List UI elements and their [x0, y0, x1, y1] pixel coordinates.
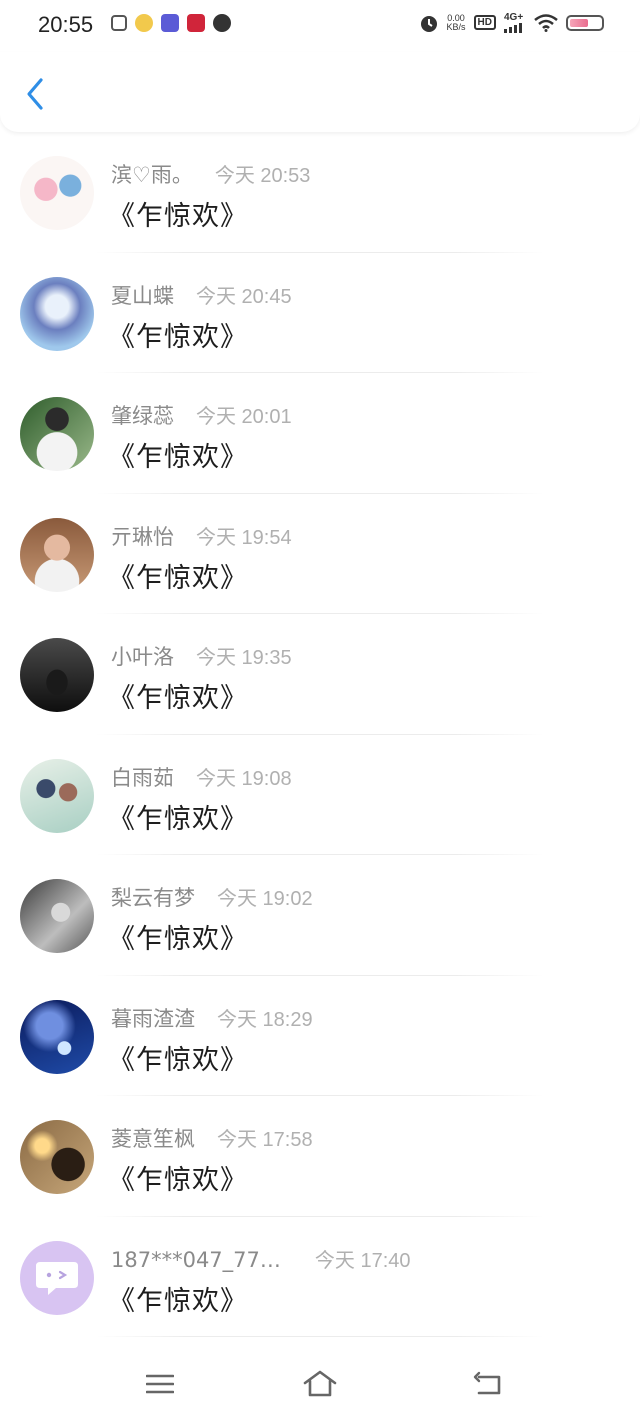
list-item[interactable]: 菱意笙枫 今天 17:58 《乍惊欢》 — [0, 1096, 640, 1217]
message-time: 今天 17:40 — [314, 1249, 411, 1272]
sender-name: 亓琳怡 — [111, 524, 174, 549]
message-time: 今天 20:53 — [214, 165, 311, 187]
status-indicators: 0.00 KB/s HD 4G+ — [419, 12, 604, 33]
divider — [96, 1336, 544, 1337]
message-time: 今天 20:01 — [196, 406, 292, 428]
list-item[interactable]: 梨云有梦 今天 19:02 《乍惊欢》 — [0, 855, 640, 976]
battery-fill — [570, 18, 588, 27]
wifi-icon — [534, 13, 558, 32]
app-notification-icon — [135, 14, 153, 32]
message-time: 今天 19:54 — [196, 526, 292, 549]
message-time: 今天 19:02 — [217, 888, 313, 910]
message-time: 今天 19:08 — [196, 767, 292, 790]
avatar[interactable] — [20, 758, 94, 833]
status-bar: 20:55 0.00 KB/s HD 4G+ — [0, 0, 640, 52]
signal-icon — [504, 23, 522, 33]
sender-name: 小叶洛 — [111, 645, 174, 669]
battery-icon — [566, 14, 604, 31]
avatar[interactable] — [20, 1120, 94, 1194]
hd-badge: HD — [473, 15, 496, 30]
list-item[interactable]: 小叶洛 今天 19:35 《乍惊欢》 — [0, 614, 640, 735]
list-item[interactable]: 滨♡雨。 今天 20:53 《乍惊欢》 — [0, 132, 640, 253]
top-nav-header — [0, 52, 640, 132]
message-time: 今天 19:35 — [196, 647, 292, 669]
network-speed-unit: KB/s — [446, 21, 466, 32]
network-type: 4G+ — [504, 12, 524, 23]
sender-name: 暮雨渣渣 — [111, 1006, 195, 1031]
avatar[interactable] — [20, 999, 94, 1074]
chat-bubble-icon — [36, 1261, 78, 1295]
cellular-signal: 4G+ — [504, 12, 526, 33]
status-time: 20:55 — [38, 12, 94, 37]
message-list: 滨♡雨。 今天 20:53 《乍惊欢》 夏山蝶 今天 20:45 《乍惊欢》 肇… — [0, 132, 640, 1337]
home-icon — [303, 1370, 337, 1397]
app-notification-icon — [187, 14, 205, 32]
return-icon — [473, 1371, 501, 1395]
app-notification-icon — [213, 14, 231, 32]
avatar[interactable] — [20, 276, 94, 351]
message-text: 《乍惊欢》 — [108, 442, 248, 473]
sender-name: 梨云有梦 — [111, 886, 195, 910]
alarm-icon — [420, 15, 437, 32]
app-notification-icon — [111, 15, 127, 31]
message-time: 今天 20:45 — [196, 285, 292, 308]
avatar[interactable] — [20, 517, 94, 592]
back-button[interactable] — [18, 74, 52, 114]
chevron-left-icon — [27, 78, 43, 110]
sender-name: 白雨茹 — [111, 765, 174, 790]
list-item[interactable]: 暮雨渣渣 今天 18:29 《乍惊欢》 — [0, 976, 640, 1096]
notification-icons — [111, 14, 231, 32]
avatar[interactable] — [20, 1240, 94, 1315]
avatar[interactable] — [20, 638, 94, 712]
message-text: 《乍惊欢》 — [108, 562, 248, 594]
list-item[interactable]: 夏山蝶 今天 20:45 《乍惊欢》 — [0, 253, 640, 373]
message-text: 《乍惊欢》 — [108, 1044, 248, 1076]
sender-name: 菱意笙枫 — [111, 1127, 195, 1151]
menu-button[interactable] — [140, 1367, 180, 1401]
message-text: 《乍惊欢》 — [108, 1165, 248, 1196]
menu-icon — [146, 1374, 174, 1394]
network-speed: 0.00 KB/s — [446, 13, 466, 32]
message-text: 《乍惊欢》 — [108, 201, 248, 232]
system-nav-bar — [0, 1345, 640, 1422]
message-text: 《乍惊欢》 — [108, 321, 248, 353]
avatar[interactable] — [20, 397, 94, 471]
message-time: 今天 18:29 — [217, 1008, 313, 1031]
message-time: 今天 17:58 — [217, 1129, 313, 1151]
app-notification-icon — [161, 14, 179, 32]
sender-name: 夏山蝶 — [111, 283, 174, 308]
sender-name: 肇绿蕊 — [111, 404, 174, 428]
back-nav-button[interactable] — [468, 1367, 508, 1401]
message-text: 《乍惊欢》 — [108, 924, 248, 955]
avatar[interactable] — [20, 156, 94, 230]
list-item[interactable]: 亓琳怡 今天 19:54 《乍惊欢》 — [0, 494, 640, 614]
list-item[interactable]: 187***047_77… 今天 17:40 《乍惊欢》 — [0, 1217, 640, 1337]
message-text: 《乍惊欢》 — [108, 683, 248, 714]
message-text: 《乍惊欢》 — [108, 803, 248, 835]
sender-name: 187***047_77… — [111, 1247, 281, 1272]
avatar[interactable] — [20, 879, 94, 953]
home-button[interactable] — [300, 1367, 340, 1401]
sender-name: 滨♡雨。 — [111, 163, 193, 187]
list-item[interactable]: 肇绿蕊 今天 20:01 《乍惊欢》 — [0, 373, 640, 494]
message-text: 《乍惊欢》 — [108, 1285, 248, 1317]
list-item[interactable]: 白雨茹 今天 19:08 《乍惊欢》 — [0, 735, 640, 855]
